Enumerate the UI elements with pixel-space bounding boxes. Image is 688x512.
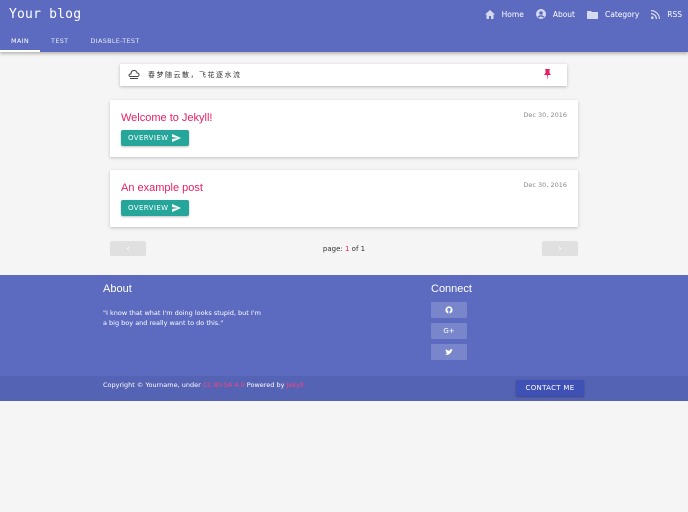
footer-connect-title: Connect [431,283,472,295]
google-plus-button[interactable]: G+ [431,323,467,339]
top-nav: Home About Category RSS [473,9,682,19]
github-button[interactable] [431,302,467,318]
page-suffix: of 1 [349,245,366,253]
google-plus-icon: G+ [443,327,455,335]
pin-icon [544,69,551,80]
footer-about-title: About [103,283,132,295]
quote-card: 春梦随云散，飞花逐水流 [120,64,567,86]
post-title[interactable]: Welcome to Jekyll! [121,112,213,124]
home-icon [484,9,495,19]
contact-me-button[interactable]: CONTACT ME [516,380,584,396]
twitter-icon [445,348,453,355]
tab-main[interactable]: MAIN [0,34,41,52]
copyright-prefix: Copyright © Yourname, under [103,381,203,389]
tab-test[interactable]: TEST [40,34,79,52]
tab-diasble-test[interactable]: DIASBLE-TEST [79,34,150,52]
github-icon [445,306,453,314]
nav-rss-label: RSS [667,9,682,19]
page-prefix: page: [322,245,345,253]
nav-home-label: Home [501,9,524,19]
page-indicator: page: 1 of 1 [0,245,688,253]
quote-text: 春梦随云散，飞花逐水流 [148,71,242,79]
send-icon [172,134,181,142]
folder-icon [587,10,598,19]
app-header: Your blog Home About Category RSS MAIN T… [0,0,688,52]
account-icon [535,9,546,19]
twitter-button[interactable] [431,344,467,360]
rss-icon [651,9,661,19]
post-title[interactable]: An example post [121,182,203,194]
overview-button[interactable]: OVERVIEW [121,130,189,146]
nav-category[interactable]: Category [587,10,639,19]
nav-about-label: About [552,9,575,19]
send-icon [172,204,181,212]
post-card: Welcome to Jekyll! Dec 30, 2016 OVERVIEW [110,100,578,157]
copyright-text: Copyright © Yourname, under CC BY-SA 4.0… [103,381,306,389]
next-page-button[interactable]: › [542,241,578,256]
post-date: Dec 30, 2016 [523,181,567,189]
nav-home[interactable]: Home [484,9,524,19]
blog-title[interactable]: Your blog [9,7,81,22]
overview-button-label: OVERVIEW [128,204,169,212]
post-date: Dec 30, 2016 [523,111,567,119]
overview-button[interactable]: OVERVIEW [121,200,189,216]
post-card: An example post Dec 30, 2016 OVERVIEW [110,170,578,227]
footer-about-text: "I know that what I'm doing looks stupid… [103,309,261,327]
overview-button-label: OVERVIEW [128,134,169,142]
nav-category-label: Category [605,9,640,19]
nav-rss[interactable]: RSS [651,10,682,19]
powered-by-text: Powered by [244,381,287,389]
cloud-icon [128,69,140,79]
tab-bar: MAIN TEST DIASBLE-TEST [0,34,151,52]
nav-about[interactable]: About [535,9,575,19]
license-link[interactable]: CC BY-SA 4.0 [203,381,245,389]
jekyll-link[interactable]: Jekyll. [287,381,306,389]
